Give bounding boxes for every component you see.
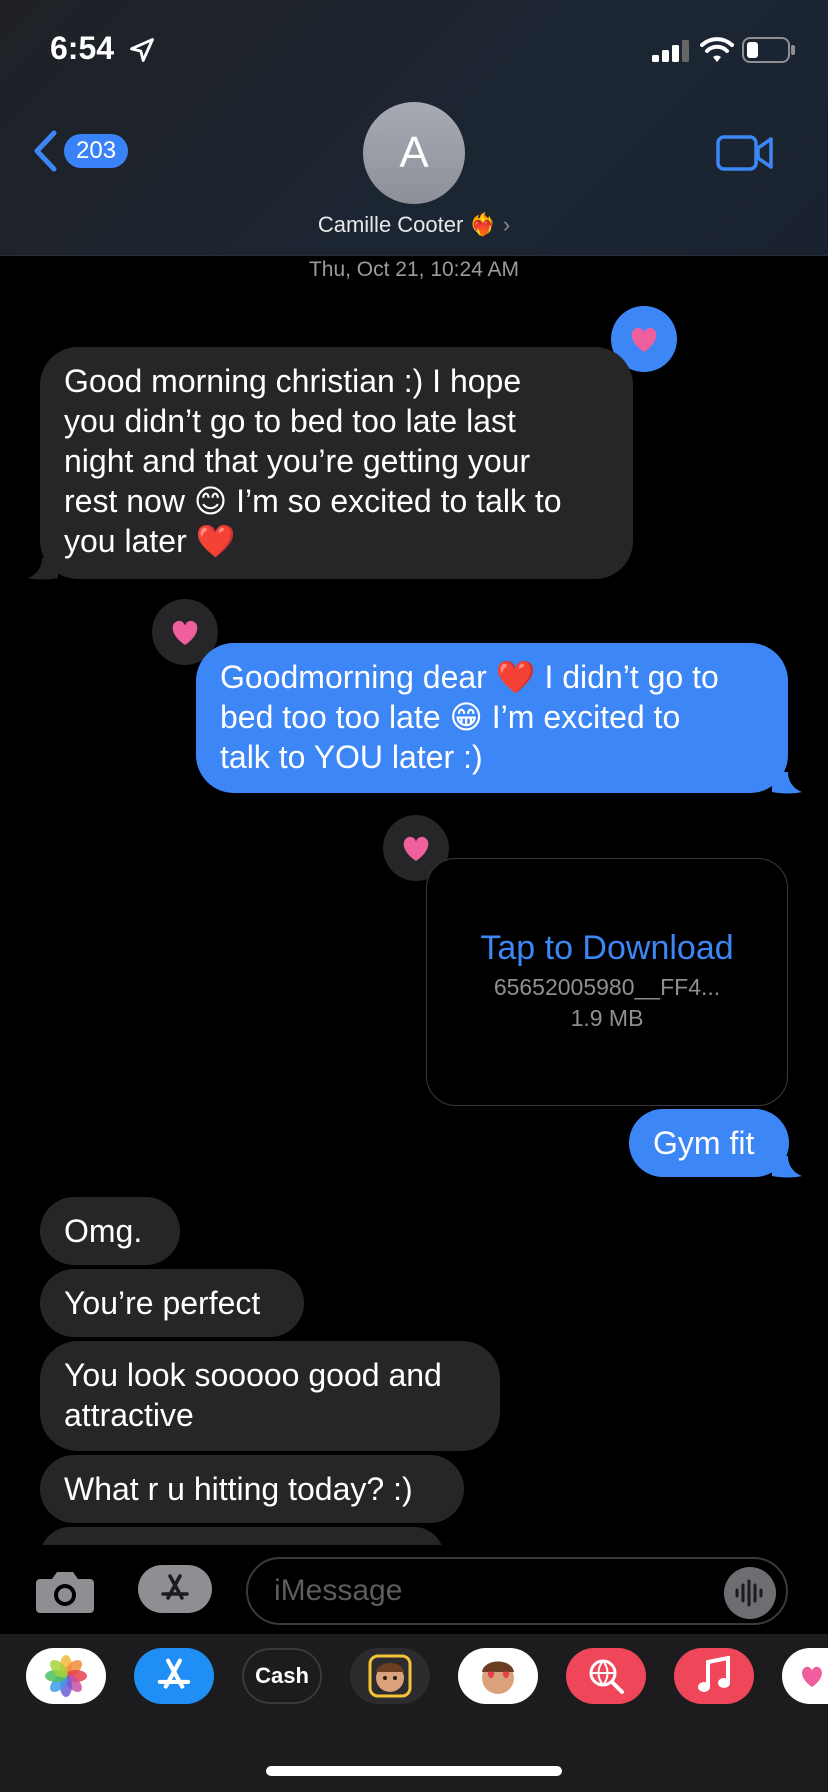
message-text: Omg. [64, 1213, 143, 1249]
camera-icon[interactable] [34, 1567, 96, 1615]
message-line: Good morning christian :) I hope [64, 363, 522, 399]
message-line: rest now 😊 I’m so excited to talk to [64, 483, 562, 519]
battery-icon [742, 37, 795, 63]
message-text: You’re perfect [64, 1285, 261, 1321]
contact-name-button[interactable]: Camille Cooter ❤️‍🔥 › [0, 212, 828, 238]
photos-icon [45, 1655, 87, 1697]
contact-avatar[interactable]: A [363, 102, 465, 204]
web-search-app-button[interactable] [566, 1648, 646, 1704]
incoming-message[interactable]: What r u hitting today? :) [40, 1455, 464, 1523]
incoming-message[interactable]: Good morning christian :) I hope you did… [40, 347, 633, 579]
message-line: attractive [64, 1397, 194, 1433]
message-line: talk to YOU later :) [220, 739, 483, 775]
message-text: What r u hitting today? :) [64, 1471, 413, 1507]
tap-to-download-link[interactable]: Tap to Download [427, 929, 787, 968]
memoji-stickers-app-button[interactable] [350, 1648, 430, 1704]
wifi-icon [700, 37, 734, 62]
message-line: night and that you’re getting your [64, 443, 531, 479]
app-store-icon [161, 1574, 189, 1600]
message-input-bar [0, 1545, 828, 1633]
attachment-size: 1.9 MB [570, 1005, 644, 1031]
waveform-icon [735, 1579, 763, 1607]
music-note-icon [698, 1656, 730, 1692]
incoming-message[interactable]: You’re perfect [40, 1269, 304, 1337]
animoji-icon [482, 1661, 514, 1694]
video-camera-icon[interactable] [716, 134, 774, 172]
status-time: 6:54 [50, 30, 115, 66]
app-store-button[interactable] [138, 1565, 212, 1613]
message-timestamp: Thu, Oct 21, 10:24 AM [308, 258, 520, 281]
bubble-tail [772, 772, 802, 794]
digital-touch-app-button[interactable] [782, 1648, 828, 1704]
imessage-input[interactable] [246, 1557, 788, 1625]
conversation-header: 6:54 203 A Camille Cooter ❤️‍🔥 › [0, 0, 828, 256]
cellular-signal-icon [652, 40, 689, 62]
avatar-initial: A [399, 128, 429, 177]
message-line: bed too too late 😁 I’m excited to [220, 699, 681, 735]
message-line: You look sooooo good and [64, 1357, 442, 1393]
attachment-filename: 65652005980__FF4... [493, 974, 721, 1000]
app-store-icon [157, 1658, 191, 1689]
bubble-tail [772, 1156, 802, 1178]
unread-count-badge: 203 [64, 134, 129, 168]
bubble-tail [28, 558, 58, 580]
attachment-download-card[interactable]: Tap to Download 65652005980__FF4... 1.9 … [426, 858, 788, 1106]
incoming-message[interactable]: You look sooooo good and attractive [40, 1341, 500, 1451]
chevron-left-icon [34, 130, 57, 172]
outgoing-message[interactable]: Gym fit [629, 1109, 789, 1177]
contact-name: Camille Cooter ❤️‍🔥 [317, 212, 497, 237]
apple-cash-label: Cash [255, 1663, 309, 1688]
app-store-app-button[interactable] [134, 1648, 214, 1704]
message-line: Goodmorning dear ❤️ I didn’t go to [220, 659, 719, 695]
chevron-right-icon: › [502, 212, 511, 237]
location-arrow-icon [130, 38, 154, 62]
audio-message-button[interactable] [724, 1567, 776, 1619]
message-line: you later ❤️ [64, 523, 236, 559]
message-text: Gym fit [653, 1125, 755, 1161]
memoji-icon [368, 1654, 412, 1698]
heart-icon [802, 1666, 822, 1687]
back-button[interactable]: 203 [32, 128, 129, 174]
outgoing-message[interactable]: Goodmorning dear ❤️ I didn’t go to bed t… [196, 643, 788, 793]
incoming-message[interactable]: Omg. [40, 1197, 180, 1265]
photos-app-button[interactable] [26, 1648, 106, 1704]
message-line: you didn’t go to bed too late last [64, 403, 516, 439]
animoji-app-button[interactable] [458, 1648, 538, 1704]
home-indicator[interactable] [266, 1766, 562, 1776]
music-app-button[interactable] [674, 1648, 754, 1704]
apple-cash-app-button[interactable]: Cash [242, 1648, 322, 1704]
globe-search-icon [589, 1659, 624, 1694]
